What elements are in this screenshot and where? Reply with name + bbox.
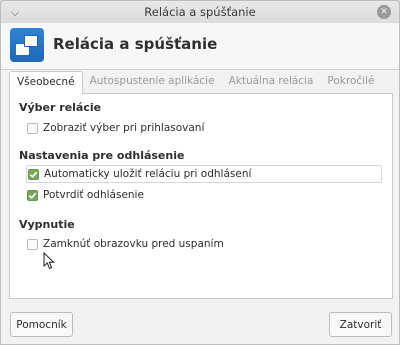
section-title-shutdown: Vypnutie — [19, 218, 75, 231]
tab-current-session[interactable]: Aktuálna relácia — [222, 71, 321, 92]
checkbox-box[interactable] — [28, 168, 39, 180]
section-title-session-choice: Výber relácie — [19, 101, 102, 114]
session-app-icon — [10, 28, 44, 62]
mouse-pointer-icon — [43, 252, 55, 270]
checkbox-confirm-logout[interactable]: Potvrdiť odhlásenie — [27, 186, 144, 204]
window-title: Relácia a spúšťanie — [144, 5, 256, 19]
checkbox-box[interactable] — [27, 189, 38, 201]
dialog-header: Relácia a spúšťanie — [1, 23, 399, 70]
header-title: Relácia a spúšťanie — [53, 35, 218, 53]
checkbox-box[interactable] — [27, 238, 38, 250]
session-startup-window: ⌵ Relácia a spúšťanie ✕ Relácia a spúšťa… — [0, 0, 400, 345]
close-button[interactable]: Zatvoriť — [329, 312, 392, 337]
checkmark-icon — [29, 171, 38, 178]
checkbox-label: Zobraziť výber pri prihlasovaní — [43, 122, 205, 134]
checkmark-icon — [28, 192, 37, 199]
checkbox-lock-screen[interactable]: Zamknúť obrazovku pred uspaním — [27, 235, 224, 253]
checkbox-box[interactable] — [27, 122, 38, 134]
close-icon[interactable]: ✕ — [377, 5, 391, 19]
tab-autostart[interactable]: Autospustenie aplikácie — [83, 71, 222, 92]
tab-bar: Všeobecné Autospustenie aplikácie Aktuál… — [9, 71, 381, 94]
help-button[interactable]: Pomocník — [10, 312, 73, 337]
tab-advanced[interactable]: Pokročilé — [320, 71, 381, 92]
checkbox-label: Automaticky uložiť reláciu pri odhlásení — [44, 168, 252, 180]
checkbox-label: Zamknúť obrazovku pred uspaním — [43, 238, 224, 250]
section-title-logout: Nastavenia pre odhlásenie — [19, 149, 185, 162]
checkbox-label: Potvrdiť odhlásenie — [43, 189, 144, 201]
title-bar[interactable]: ⌵ Relácia a spúšťanie ✕ — [1, 1, 399, 24]
checkbox-autosave-session[interactable]: Automaticky uložiť reláciu pri odhlásení — [26, 165, 382, 183]
tab-general[interactable]: Všeobecné — [9, 71, 83, 94]
checkbox-show-session-choice[interactable]: Zobraziť výber pri prihlasovaní — [27, 119, 204, 137]
general-tab-panel: Výber relácie Zobraziť výber pri prihlas… — [9, 93, 393, 299]
